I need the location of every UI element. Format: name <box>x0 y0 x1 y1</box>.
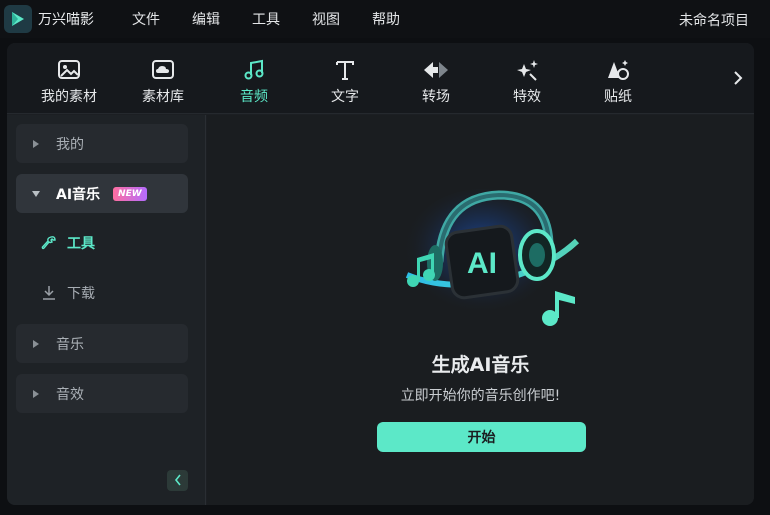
download-icon <box>41 285 57 301</box>
tab-label: 素材库 <box>142 89 184 105</box>
caret-right-icon <box>32 139 40 148</box>
sidebar-item-label: 音效 <box>56 386 84 403</box>
asset-toolbar: 我的素材 素材库 音频 文字 转场 特效 贴纸 <box>7 43 754 114</box>
image-icon <box>55 56 83 84</box>
tab-label: 转场 <box>422 89 450 105</box>
audio-sidebar: 我的 AI音乐 NEW 工具 下载 音乐 音效 <box>7 115 206 505</box>
wrench-icon <box>41 235 57 251</box>
media-panel: 我的素材 素材库 音频 文字 转场 特效 贴纸 我的 AI音乐 NEW 工具 下… <box>7 43 754 505</box>
caret-down-icon <box>32 190 40 197</box>
hero-subtitle: 立即开始你的音乐创作吧! <box>400 388 561 404</box>
sidebar-subitem-download[interactable]: 下载 <box>41 278 95 308</box>
chevron-left-icon <box>174 471 182 490</box>
tab-label: 特效 <box>513 89 541 105</box>
sidebar-item-mine[interactable]: 我的 <box>16 124 188 163</box>
transition-icon <box>422 56 450 84</box>
caret-right-icon <box>32 339 40 348</box>
tab-label: 我的素材 <box>41 89 97 105</box>
sidebar-item-label: 音乐 <box>56 336 84 353</box>
sidebar-subitem-tools[interactable]: 工具 <box>41 228 95 258</box>
caret-right-icon <box>32 389 40 398</box>
hero-title: 生成AI音乐 <box>431 354 530 376</box>
menu-bar: 万兴喵影 文件 编辑 工具 视图 帮助 未命名项目 <box>0 0 770 38</box>
project-name[interactable]: 未命名项目 <box>679 10 749 30</box>
sticker-icon <box>604 56 632 84</box>
music-note-icon <box>542 291 575 326</box>
sidebar-item-sound-effects[interactable]: 音效 <box>16 374 188 413</box>
ai-music-content: AI 生成AI音乐 立即开始你的音乐创作吧! 开始 <box>207 115 754 505</box>
tab-effects[interactable]: 特效 <box>482 43 572 114</box>
tab-transitions[interactable]: 转场 <box>391 43 481 114</box>
tab-text[interactable]: 文字 <box>300 43 390 114</box>
tab-label: 音频 <box>240 89 268 105</box>
tab-my-media[interactable]: 我的素材 <box>24 43 114 114</box>
new-badge: NEW <box>113 186 147 201</box>
sidebar-item-label: AI音乐 <box>56 186 101 203</box>
menu-file[interactable]: 文件 <box>132 9 160 29</box>
ai-music-illustration: AI <box>402 189 580 326</box>
hero-ai-text: AI <box>467 247 497 280</box>
music-note-icon <box>240 56 268 84</box>
start-button[interactable]: 开始 <box>377 422 586 452</box>
effects-icon <box>513 56 541 84</box>
app-name: 万兴喵影 <box>38 12 94 28</box>
tab-stickers[interactable]: 贴纸 <box>573 43 663 114</box>
menu-help[interactable]: 帮助 <box>372 9 400 29</box>
cloud-library-icon <box>149 56 177 84</box>
sidebar-item-label: 我的 <box>56 136 84 153</box>
menu-tools[interactable]: 工具 <box>252 9 280 29</box>
tab-label: 文字 <box>331 89 359 105</box>
chevron-right-icon[interactable] <box>730 66 746 90</box>
sidebar-item-ai-music[interactable]: AI音乐 NEW <box>16 174 188 213</box>
subitem-label: 工具 <box>67 236 95 252</box>
app-logo-icon[interactable] <box>4 5 32 33</box>
tab-audio[interactable]: 音频 <box>209 43 299 114</box>
menu-view[interactable]: 视图 <box>312 9 340 29</box>
main-menu: 文件 编辑 工具 视图 帮助 <box>132 9 432 29</box>
tab-label: 贴纸 <box>604 89 632 105</box>
tab-stock-library[interactable]: 素材库 <box>118 43 208 114</box>
subitem-label: 下载 <box>67 286 95 302</box>
collapse-sidebar-button[interactable] <box>167 470 188 491</box>
sidebar-item-music[interactable]: 音乐 <box>16 324 188 363</box>
menu-edit[interactable]: 编辑 <box>192 9 220 29</box>
text-icon <box>331 56 359 84</box>
